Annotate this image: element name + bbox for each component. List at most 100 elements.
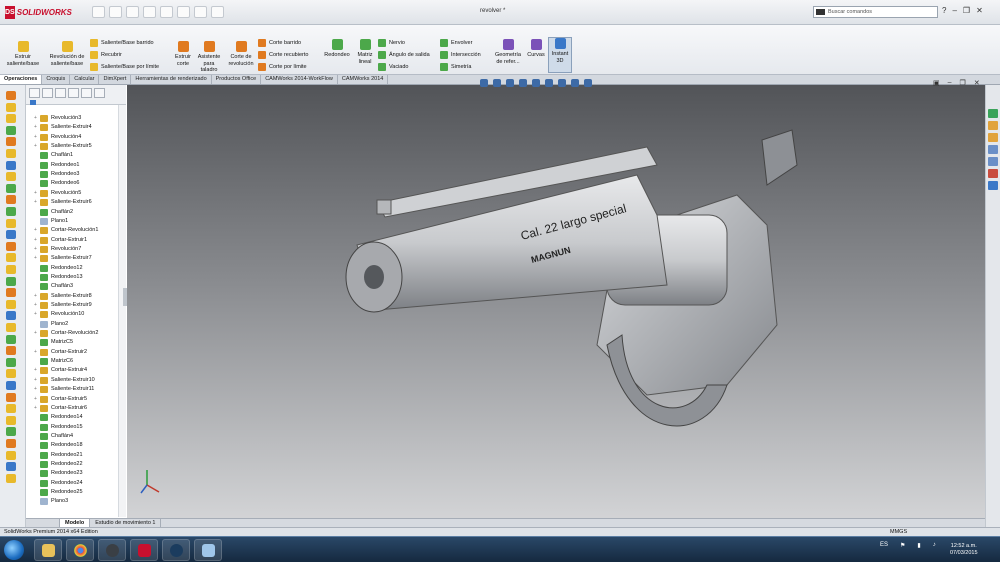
feature-tree-item[interactable]: MatrizC5 xyxy=(34,338,73,347)
config-tab-icon[interactable] xyxy=(55,88,66,98)
feature-tree-item[interactable]: Redondeo12 xyxy=(34,264,83,273)
tool-icon[interactable] xyxy=(6,311,16,321)
viewport-restore-icon[interactable]: ❐ xyxy=(960,79,966,87)
feature-tree-item[interactable]: Redondeo25 xyxy=(34,488,83,497)
tool-icon[interactable] xyxy=(6,462,16,472)
feature-tree-item[interactable]: Plano3 xyxy=(34,497,68,506)
tool-icon[interactable] xyxy=(6,415,16,425)
feature-tree-item[interactable]: + Saliente-Extruir8 xyxy=(34,292,92,301)
print-icon[interactable] xyxy=(143,6,156,18)
taskbar-chrome[interactable] xyxy=(66,539,94,561)
tool-icon[interactable] xyxy=(6,427,16,437)
flag-icon[interactable]: ⚑ xyxy=(900,542,905,549)
feature-tree-item[interactable]: + Cortar-Extruir1 xyxy=(34,236,87,245)
feature-tree-item[interactable]: + Cortar-Extruir6 xyxy=(34,404,87,413)
tool-icon[interactable] xyxy=(6,357,16,367)
tool-icon[interactable] xyxy=(6,369,16,379)
feature-tree-item[interactable]: Chaflán4 xyxy=(34,432,73,441)
taskbar-explorer[interactable] xyxy=(34,539,62,561)
revolve-boss-button[interactable]: Revolución de saliente/base xyxy=(47,41,87,67)
appearance-icon[interactable] xyxy=(571,79,579,87)
taskbar-media[interactable] xyxy=(98,539,126,561)
tool-icon[interactable] xyxy=(6,207,16,216)
tool-icon[interactable] xyxy=(6,172,16,182)
feature-tree-item[interactable]: MatrizC6 xyxy=(34,357,73,366)
camworks-tab-icon[interactable] xyxy=(94,88,105,98)
feature-tree-item[interactable]: + Revolución5 xyxy=(34,189,81,198)
start-button[interactable] xyxy=(4,540,24,560)
tool-icon[interactable] xyxy=(6,195,16,205)
tool-icon[interactable] xyxy=(6,114,16,124)
tab-office-products[interactable]: Productos Office xyxy=(212,75,262,84)
lofted-cut-button[interactable]: Corte recubierto xyxy=(258,51,308,59)
tool-icon[interactable] xyxy=(6,288,16,298)
feature-tree-item[interactable]: Redondeo1 xyxy=(34,161,79,170)
viewport-tile-icon[interactable]: ▣ xyxy=(933,79,940,87)
scroll-arrows[interactable] xyxy=(26,519,60,527)
tool-icon[interactable] xyxy=(6,241,16,251)
feature-tree-item[interactable]: + Cortar-Extruir4 xyxy=(34,366,87,375)
tool-icon[interactable] xyxy=(6,346,16,356)
tab-camworks-workflow[interactable]: CAMWorks 2014-WorkFlow xyxy=(261,75,338,84)
section-view-icon[interactable] xyxy=(519,79,527,87)
feature-tree-item[interactable]: Redondeo22 xyxy=(34,460,83,469)
feature-tree-item[interactable]: + Cortar-Extruir2 xyxy=(34,348,87,357)
solidworks-forum-icon[interactable] xyxy=(988,181,998,190)
feature-tree-item[interactable]: Redondeo24 xyxy=(34,479,83,488)
instant3d-button[interactable]: Instant 3D xyxy=(548,37,572,73)
tool-icon[interactable] xyxy=(6,102,16,112)
volume-icon[interactable]: ♪ xyxy=(933,542,936,549)
loft-button[interactable]: Recubrir xyxy=(90,51,122,59)
feature-tree-item[interactable]: Redondeo21 xyxy=(34,451,83,460)
feature-tree-item[interactable]: + Saliente-Extruir4 xyxy=(34,123,92,132)
tool-icon[interactable] xyxy=(6,276,16,286)
feature-tree-item[interactable]: + Revolución3 xyxy=(34,114,81,123)
appearances-icon[interactable] xyxy=(988,157,998,166)
design-library-icon[interactable] xyxy=(988,121,998,130)
feature-tree-item[interactable]: Redondeo15 xyxy=(34,423,83,432)
revolve-cut-button[interactable]: Corte de revolución xyxy=(225,41,257,67)
taskbar-steam[interactable] xyxy=(162,539,190,561)
feature-tree-item[interactable]: + Revolución10 xyxy=(34,310,84,319)
undo-icon[interactable] xyxy=(160,6,173,18)
tab-motion-study[interactable]: Estudio de movimiento 1 xyxy=(90,519,162,527)
tool-icon[interactable] xyxy=(6,381,16,390)
feature-tree-item[interactable]: Plano1 xyxy=(34,217,68,226)
tool-icon[interactable] xyxy=(6,265,16,274)
tab-calcular[interactable]: Calcular xyxy=(70,75,100,84)
taskbar-window[interactable] xyxy=(194,539,222,561)
display-tab-icon[interactable] xyxy=(81,88,92,98)
feature-tree-item[interactable]: Chaflán2 xyxy=(34,208,73,217)
tab-operaciones[interactable]: Operaciones xyxy=(0,75,43,84)
rib-button[interactable]: Nervio xyxy=(378,39,405,47)
viewport-minimize-icon[interactable]: – xyxy=(948,79,952,87)
feature-tree-item[interactable]: + Cortar-Extruir5 xyxy=(34,395,87,404)
feature-tree-item[interactable]: + Cortar-Revolución2 xyxy=(34,329,98,338)
feature-tree-item[interactable]: Plano2 xyxy=(34,320,68,329)
feature-tree-item[interactable]: + Saliente-Extruir6 xyxy=(34,198,92,207)
save-icon[interactable] xyxy=(126,6,139,18)
view-orientation-icon[interactable] xyxy=(532,79,540,87)
tool-icon[interactable] xyxy=(6,473,16,483)
feature-tree-tab-icon[interactable] xyxy=(29,88,40,98)
tool-icon[interactable] xyxy=(6,137,16,147)
feature-tree-item[interactable]: Redondeo3 xyxy=(34,170,79,179)
clock[interactable]: 12:52 a.m. 07/03/2015 xyxy=(950,543,978,557)
scene-icon[interactable] xyxy=(584,79,592,87)
intersect-button[interactable]: Intersección xyxy=(440,51,481,59)
tab-camworks[interactable]: CAMWorks 2014 xyxy=(338,75,389,84)
tab-croquis[interactable]: Croquis xyxy=(42,75,71,84)
network-icon[interactable]: ▮ xyxy=(917,542,920,549)
solidworks-logo[interactable]: DS SOLIDWORKS xyxy=(5,5,72,20)
feature-tree-item[interactable]: + Saliente-Extruir9 xyxy=(34,301,92,310)
feature-tree-item[interactable]: + Saliente-Extruir11 xyxy=(34,385,94,394)
display-style-icon[interactable] xyxy=(545,79,553,87)
tool-icon[interactable] xyxy=(6,439,16,448)
tab-model[interactable]: Modelo xyxy=(60,519,91,527)
zoom-fit-icon[interactable] xyxy=(480,79,488,87)
linear-pattern-button[interactable]: Matriz lineal xyxy=(354,39,376,65)
feature-tree-item[interactable]: Redondeo6 xyxy=(34,179,79,188)
tool-icon[interactable] xyxy=(6,334,16,344)
swept-cut-button[interactable]: Corte barrido xyxy=(258,39,301,47)
feature-tree-item[interactable]: Redondeo14 xyxy=(34,413,83,422)
